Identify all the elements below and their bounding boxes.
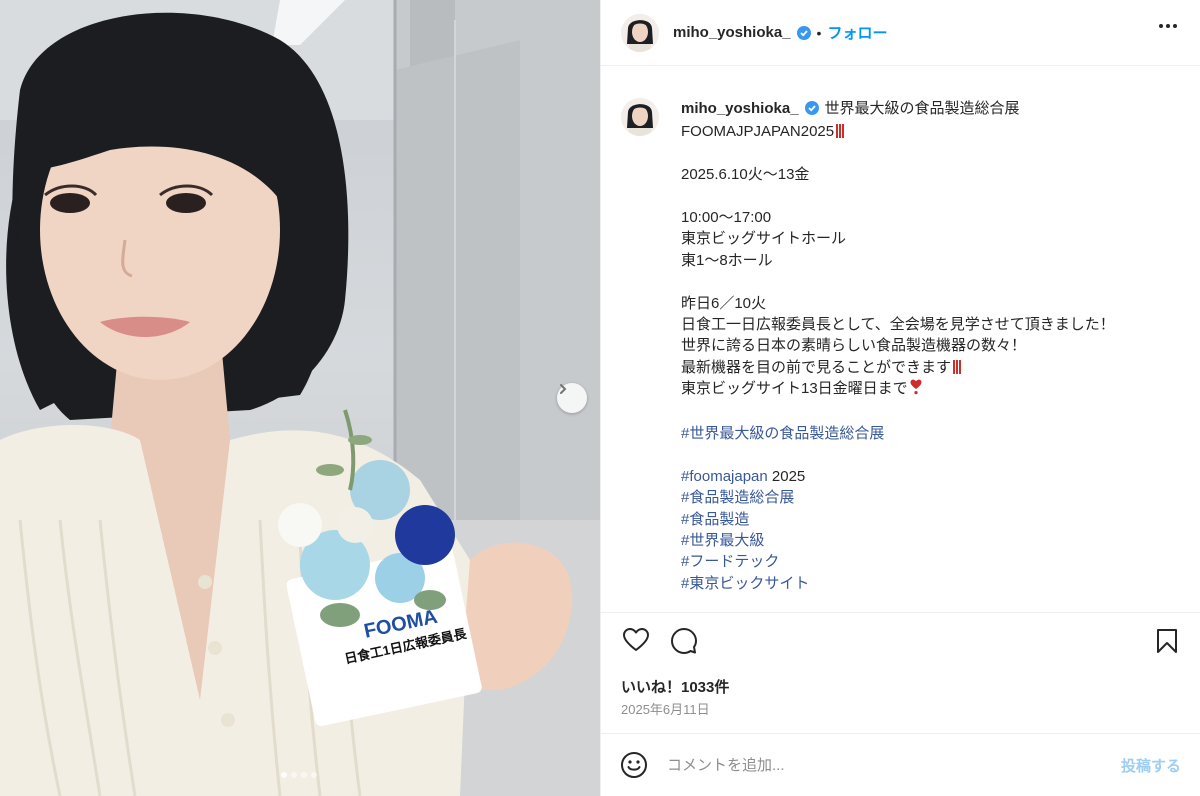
- heart-icon[interactable]: [623, 628, 649, 652]
- double-exclamation-emoji-icon: [836, 124, 845, 139]
- carousel-dot: [301, 772, 307, 778]
- caption-text-segment: 東1〜8ホール: [681, 251, 773, 269]
- caption-text-segment: 東京ビッグサイト13日金曜日まで: [681, 380, 908, 398]
- caption-avatar[interactable]: [621, 98, 659, 136]
- comment-input[interactable]: [667, 756, 1121, 774]
- comment-icon[interactable]: [671, 628, 697, 654]
- carousel-next-button[interactable]: [557, 383, 587, 413]
- caption-line: 東1〜8ホール: [681, 250, 1115, 271]
- hashtag-line: #foomajapan 2025: [681, 466, 1115, 487]
- carousel-dot: [311, 772, 317, 778]
- caption-line: 日食工一日広報委員長として、全会場を見学させて頂きました！: [681, 314, 1115, 335]
- caption-text-segment: 世界に誇る日本の素晴らしい食品製造機器の数々！: [681, 337, 1027, 355]
- caption-line: 2025.6.10火〜13金: [681, 164, 1115, 185]
- separator-dot: •: [816, 24, 822, 41]
- caption-line: FOOMAJPJAPAN2025: [681, 121, 1115, 142]
- carousel-dot: [291, 772, 297, 778]
- carousel-dot: [281, 772, 287, 778]
- caption-block: miho_yoshioka_ 世界最大級の食品製造総合展 FOOMAJPJAPAN2…: [621, 98, 1181, 594]
- emoji-icon[interactable]: [621, 752, 647, 778]
- comment-bar: 投稿する: [601, 733, 1200, 796]
- selfie-illustration: [0, 0, 600, 796]
- caption-line: [681, 271, 1115, 292]
- hashtag-link[interactable]: #世界最大級: [681, 532, 764, 549]
- caption-text-segment: 昨日6／10火: [681, 294, 767, 312]
- caption-line: [681, 444, 1115, 465]
- caption-line: [681, 143, 1115, 164]
- post-photo[interactable]: FOOMA 日食工1日広報委員長: [0, 0, 600, 796]
- caption-line: 東京ビッグサイト13日金曜日まで: [681, 378, 1115, 401]
- post-comment-button[interactable]: 投稿する: [1121, 755, 1181, 776]
- post-detail-panel: miho_yoshioka_ • フォロー miho_yoshioka_ 世界最大…: [600, 0, 1200, 796]
- hashtag-line: #食品製造総合展: [681, 487, 1115, 508]
- post-header: miho_yoshioka_ • フォロー: [601, 0, 1200, 66]
- caption-text-segment: 最新機器を目の前で見ることができます: [681, 358, 952, 376]
- caption-line: 昨日6／10火: [681, 293, 1115, 314]
- hashtag-line: #東京ビックサイト: [681, 573, 1115, 594]
- more-options-icon[interactable]: [1159, 24, 1177, 28]
- post-date[interactable]: 2025年6月11日: [621, 699, 710, 718]
- hashtag-link[interactable]: #東京ビックサイト: [681, 575, 809, 592]
- hashtag-line: #世界最大級: [681, 530, 1115, 551]
- hashtag-link[interactable]: #foomajapan: [681, 468, 768, 485]
- avatar[interactable]: [621, 13, 659, 52]
- caption-text-segment: 世界最大級の食品製造総合展: [824, 100, 1020, 117]
- follow-button[interactable]: フォロー: [827, 22, 887, 43]
- caption-username[interactable]: miho_yoshioka_: [681, 100, 799, 117]
- likes-count[interactable]: いいね！1033件: [621, 676, 729, 697]
- author-username[interactable]: miho_yoshioka_: [673, 24, 791, 41]
- hashtag-link[interactable]: #食品製造総合展: [681, 489, 794, 506]
- caption-text-segment: 10:00〜17:00: [681, 209, 772, 226]
- hashtag-link[interactable]: #食品製造: [681, 511, 749, 528]
- caption-line: 最新機器を目の前で見ることができます: [681, 357, 1115, 378]
- verified-icon: [796, 25, 811, 40]
- heart-exclamation-emoji-icon: [910, 379, 922, 401]
- caption-line: 東京ビッグサイトホール: [681, 228, 1115, 249]
- avatar-image: [621, 13, 659, 52]
- caption-line: [681, 186, 1115, 207]
- caption-line: 10:00〜17:00: [681, 207, 1115, 228]
- caption-text: miho_yoshioka_ 世界最大級の食品製造総合展 FOOMAJPJAPAN2…: [681, 98, 1115, 594]
- caption-text-segment: FOOMAJPJAPAN2025: [681, 123, 835, 141]
- caption-line: 世界に誇る日本の素晴らしい食品製造機器の数々！: [681, 335, 1115, 356]
- hashtag-link[interactable]: #フードテック: [681, 553, 779, 570]
- caption-text-segment: 日食工一日広報委員長として、全会場を見学させて頂きました！: [681, 316, 1115, 334]
- caption-text-segment: 2025: [767, 467, 806, 485]
- caption-text-segment: 東京ビッグサイトホール: [681, 230, 847, 248]
- verified-icon: [804, 100, 819, 121]
- hashtag-line: #フードテック: [681, 551, 1115, 572]
- hashtag-line: #食品製造: [681, 509, 1115, 530]
- chevron-right-icon: [560, 384, 567, 394]
- caption-line: miho_yoshioka_ 世界最大級の食品製造総合展: [681, 98, 1115, 121]
- double-exclamation-emoji-icon: [953, 359, 962, 374]
- hashtag-line: #世界最大級の食品製造総合展: [681, 423, 1115, 444]
- carousel-indicator: [281, 772, 317, 778]
- hashtag-link[interactable]: #世界最大級の食品製造総合展: [681, 425, 884, 442]
- bookmark-icon[interactable]: [1156, 629, 1178, 653]
- caption-text-segment: 2025.6.10火〜13金: [681, 166, 810, 184]
- caption-line: [681, 402, 1115, 423]
- avatar-image: [621, 98, 659, 136]
